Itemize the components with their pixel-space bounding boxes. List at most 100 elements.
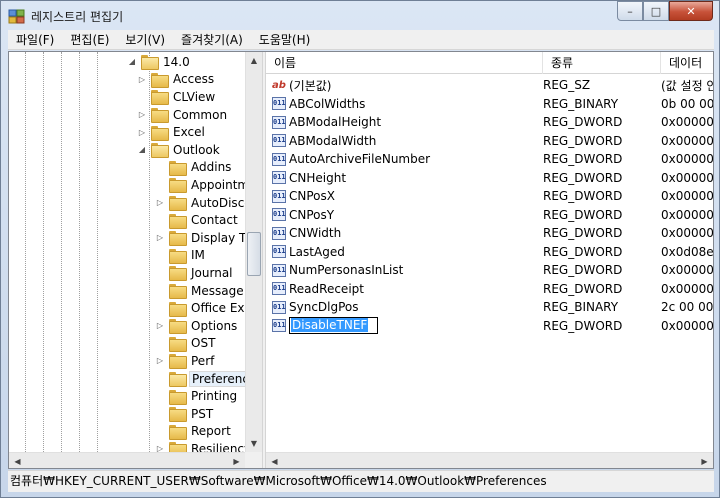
value-type-cell: REG_BINARY (543, 96, 619, 111)
value-data-cell: 2c 00 00 (661, 300, 713, 315)
tree-item[interactable]: IM (155, 247, 207, 265)
menu-favorites[interactable]: 즐겨찾기(A) (173, 30, 251, 50)
registry-value-row[interactable]: 011CNWidth REG_DWORD 0x000001 (266, 224, 713, 243)
expand-arrow-icon[interactable]: ▷ (155, 444, 165, 452)
caption-buttons: – □ ✕ (617, 1, 713, 21)
tree-item[interactable]: Report (155, 423, 233, 441)
folder-icon (169, 178, 187, 194)
registry-value-row[interactable]: 011ABModalWidth REG_DWORD 0x000003 (266, 132, 713, 151)
list-horizontal-scrollbar[interactable]: ◀ ▶ (266, 452, 713, 468)
tree-item[interactable]: PST (155, 405, 215, 423)
tree-item[interactable]: Preference (155, 370, 245, 388)
tree-item-label: PST (191, 406, 214, 421)
expand-arrow-icon[interactable]: ▷ (137, 110, 147, 120)
tree-item-label: Appointme (191, 177, 245, 192)
tree-item[interactable]: Printing (155, 387, 239, 405)
expand-arrow-icon[interactable]: ▷ (155, 321, 165, 331)
registry-value-row[interactable]: 011CNPosX REG_DWORD 0x000001 (266, 187, 713, 206)
folder-icon (169, 248, 187, 264)
menu-view[interactable]: 보기(V) (117, 30, 173, 50)
tree-expander-spacer (155, 215, 165, 225)
scroll-left-arrow-icon[interactable]: ◀ (266, 453, 283, 468)
registry-value-row[interactable]: 011NumPersonasInList REG_DWORD 0x000000 (266, 261, 713, 280)
expand-arrow-icon[interactable]: ▷ (155, 233, 165, 243)
tree-item[interactable]: Journal (155, 264, 235, 282)
value-data-cell: 0x000000 (661, 318, 713, 333)
string-value-icon: ab (272, 79, 286, 91)
binary-value-icon: 011 (272, 189, 286, 203)
tree-item[interactable]: ▷ AutoDisco (155, 194, 245, 212)
tree-horizontal-scrollbar[interactable]: ◀ ▶ (9, 452, 245, 468)
maximize-button[interactable]: □ (643, 1, 669, 21)
value-data-cell: 0x0d08e8 (661, 244, 713, 259)
menu-edit[interactable]: 편집(E) (62, 30, 117, 50)
tree-item[interactable]: ◢ Outlook (137, 141, 222, 159)
binary-value-icon: 011 (272, 97, 286, 111)
value-name-cell: 011 NumPersonasInList (272, 263, 403, 277)
registry-value-row[interactable]: 011 ABColWidths REG_BINARY 0b 00 00 (266, 95, 713, 114)
scroll-down-arrow-icon[interactable]: ▼ (246, 435, 262, 452)
tree-item[interactable]: ▷ Excel (137, 123, 207, 141)
registry-value-row[interactable]: 011 SyncDlgPos REG_BINARY 2c 00 00 (266, 298, 713, 317)
minimize-button[interactable]: – (617, 1, 643, 21)
folder-icon (169, 407, 187, 423)
tree-item[interactable]: ▷ Resiliency (155, 440, 245, 452)
registry-value-row[interactable]: 011CNPosY REG_DWORD 0x000000 (266, 206, 713, 225)
expand-arrow-icon[interactable]: ▷ (137, 127, 147, 137)
value-name-cell: 011 CNPosX (272, 189, 335, 203)
column-header-data[interactable]: 데이터 (661, 52, 713, 74)
collapse-arrow-icon[interactable]: ◢ (137, 145, 147, 155)
folder-icon (151, 125, 169, 141)
scroll-right-arrow-icon[interactable]: ▶ (228, 453, 245, 468)
registry-value-row[interactable]: ab (기본값) REG_SZ (값 설정 안 (266, 76, 713, 95)
tree-item[interactable]: CLView (137, 88, 217, 106)
column-header-name[interactable]: 이름 (266, 52, 543, 74)
registry-value-row[interactable]: 011LastAged REG_DWORD 0x0d08e8 (266, 243, 713, 262)
tree-item-label: IM (191, 248, 205, 263)
value-name: ABColWidths (289, 96, 366, 111)
tree-expander-spacer (155, 286, 165, 296)
rename-input[interactable]: DisableTNEF (289, 317, 379, 335)
tree-item[interactable]: ▷ Display Ty (155, 229, 245, 247)
registry-editor-app-icon (8, 9, 25, 24)
tree-item[interactable]: ▷ Perf (155, 352, 216, 370)
tree-item-label: Resiliency (191, 441, 245, 452)
tree-item[interactable]: OST (155, 335, 217, 353)
registry-value-row[interactable]: 011ReadReceipt REG_DWORD 0x000000 (266, 280, 713, 299)
menu-help[interactable]: 도움말(H) (251, 30, 319, 50)
folder-icon (169, 160, 187, 176)
registry-value-row[interactable]: 011 DisableTNEF REG_DWORD 0x000000 (266, 317, 713, 336)
close-button[interactable]: ✕ (669, 1, 713, 21)
registry-value-row[interactable]: 011 AutoArchiveFileNumber REG_DWORD 0x00000… (266, 150, 713, 169)
tree-vertical-scrollbar[interactable]: ▲ ▼ (245, 52, 262, 452)
value-name-cell: 011 ABModalHeight (272, 115, 381, 129)
expand-arrow-icon[interactable]: ▷ (155, 198, 165, 208)
tree-item[interactable]: ▷ Access (137, 71, 216, 89)
value-name-cell: 011 CNPosY (272, 208, 334, 222)
scroll-right-arrow-icon[interactable]: ▶ (696, 453, 713, 468)
scroll-thumb[interactable] (247, 232, 261, 276)
value-type-cell: REG_DWORD (543, 152, 623, 167)
registry-value-row[interactable]: 011ABModalHeight REG_DWORD 0x000001 (266, 113, 713, 132)
tree-item[interactable]: ▷ Options (155, 317, 239, 335)
tree-item[interactable]: Addins (155, 159, 233, 177)
tree-item[interactable]: Contact (155, 211, 240, 229)
tree-item[interactable]: Appointme (155, 176, 245, 194)
title-bar[interactable]: 레지스트리 편집기 – □ ✕ (1, 1, 719, 31)
tree-item[interactable]: ◢ 14.0 (127, 53, 192, 71)
scroll-up-arrow-icon[interactable]: ▲ (246, 52, 262, 69)
expand-arrow-icon[interactable]: ▷ (155, 356, 165, 366)
open-folder-icon (169, 372, 187, 388)
expand-arrow-icon[interactable]: ▷ (137, 74, 147, 84)
value-data-cell: (값 설정 안 (661, 78, 713, 93)
registry-value-row[interactable]: 011CNHeight REG_DWORD 0x000001 (266, 169, 713, 188)
column-header-type[interactable]: 종류 (543, 52, 661, 74)
tree-item[interactable]: Message (155, 282, 245, 300)
collapse-arrow-icon[interactable]: ◢ (127, 57, 137, 67)
value-name-cell: 011 CNWidth (272, 226, 341, 240)
menu-file[interactable]: 파일(F) (8, 30, 62, 50)
binary-value-icon: 011 (272, 263, 286, 277)
tree-item[interactable]: Office Exp (155, 299, 245, 317)
tree-item[interactable]: ▷ Common (137, 106, 229, 124)
scroll-left-arrow-icon[interactable]: ◀ (9, 453, 26, 468)
